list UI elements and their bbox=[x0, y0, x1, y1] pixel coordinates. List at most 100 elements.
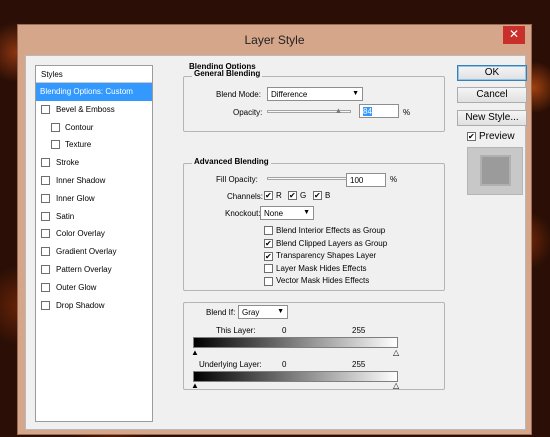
channel-g-label: G bbox=[300, 191, 307, 200]
option-checkbox[interactable] bbox=[264, 276, 273, 286]
fill-opacity-slider[interactable]: ▲ bbox=[267, 173, 356, 182]
style-item-label: Color Overlay bbox=[56, 229, 105, 239]
channel-r[interactable]: R bbox=[264, 191, 282, 201]
style-item-checkbox[interactable] bbox=[41, 104, 50, 114]
option-label: Blend Interior Effects as Group bbox=[276, 226, 386, 235]
style-item-label: Contour bbox=[65, 122, 94, 132]
preview-swatch bbox=[482, 157, 509, 184]
option-blend-clipped-layers-as-group[interactable]: Blend Clipped Layers as Group bbox=[264, 239, 387, 248]
channel-r-label: R bbox=[276, 191, 282, 200]
underlying-layer-white-handle[interactable]: △ bbox=[393, 381, 399, 390]
channel-b[interactable]: B bbox=[313, 191, 331, 201]
preview-label: Preview bbox=[479, 131, 515, 142]
channel-b-label: B bbox=[325, 191, 331, 200]
fill-opacity-label: Fill Opacity: bbox=[216, 175, 258, 184]
preview-toggle[interactable]: Preview bbox=[467, 131, 515, 142]
advanced-blending-title: Advanced Blending bbox=[192, 157, 271, 166]
style-item-checkbox[interactable] bbox=[41, 300, 50, 310]
option-layer-mask-hides-effects[interactable]: Layer Mask Hides Effects bbox=[264, 263, 367, 274]
option-checkbox[interactable] bbox=[264, 251, 273, 261]
style-item-checkbox[interactable] bbox=[51, 140, 60, 150]
style-item-label: Gradient Overlay bbox=[56, 247, 117, 257]
option-checkbox[interactable] bbox=[264, 226, 273, 236]
style-item-pattern-overlay[interactable]: Pattern Overlay bbox=[36, 261, 152, 279]
channels-label: Channels: bbox=[227, 192, 264, 201]
style-item-checkbox[interactable] bbox=[41, 158, 50, 168]
option-label: Vector Mask Hides Effects bbox=[276, 276, 370, 286]
fill-opacity-percent: % bbox=[390, 175, 398, 184]
fill-opacity-input[interactable]: 100 bbox=[346, 173, 386, 187]
blend-if-select[interactable]: Gray ▼ bbox=[238, 305, 288, 319]
underlying-layer-black-handle[interactable]: ▲ bbox=[191, 381, 199, 390]
style-item-contour[interactable]: Contour bbox=[36, 119, 152, 137]
blend-if-label: Blend If: bbox=[206, 308, 236, 317]
preview-checkbox[interactable] bbox=[467, 131, 476, 141]
opacity-label: Opacity: bbox=[233, 108, 263, 117]
blend-if-value: Gray bbox=[242, 308, 260, 317]
style-item-label: Texture bbox=[65, 140, 92, 150]
channel-g[interactable]: G bbox=[288, 191, 307, 201]
style-item-satin[interactable]: Satin bbox=[36, 208, 152, 226]
new-style-button[interactable]: New Style... bbox=[457, 110, 527, 126]
layer-style-dialog: Layer Style ✕ Styles Blending Options: C… bbox=[17, 24, 532, 435]
channel-r-checkbox[interactable] bbox=[264, 191, 273, 201]
knockout-value: None bbox=[264, 209, 284, 218]
opacity-value: 84 bbox=[363, 107, 372, 116]
title-bar[interactable]: Layer Style ✕ bbox=[18, 25, 531, 55]
style-item-checkbox[interactable] bbox=[41, 193, 50, 203]
style-item-drop-shadow[interactable]: Drop Shadow bbox=[36, 297, 152, 315]
option-label: Layer Mask Hides Effects bbox=[276, 263, 367, 273]
style-item-checkbox[interactable] bbox=[41, 282, 50, 292]
blend-mode-select[interactable]: Difference ▼ bbox=[267, 87, 363, 101]
style-item-checkbox[interactable] bbox=[41, 264, 50, 274]
option-checkbox[interactable] bbox=[264, 264, 273, 274]
close-button[interactable]: ✕ bbox=[503, 26, 525, 44]
style-item-gradient-overlay[interactable]: Gradient Overlay bbox=[36, 243, 152, 261]
this-layer-white-handle[interactable]: △ bbox=[393, 348, 399, 357]
ok-button[interactable]: OK bbox=[457, 65, 527, 81]
style-item-checkbox[interactable] bbox=[41, 229, 50, 239]
opacity-slider[interactable]: ▲ bbox=[267, 106, 351, 115]
style-item-bevel-emboss[interactable]: Bevel & Emboss bbox=[36, 101, 152, 119]
style-item-checkbox[interactable] bbox=[41, 211, 50, 221]
knockout-select[interactable]: None ▼ bbox=[260, 206, 314, 220]
cancel-button[interactable]: Cancel bbox=[457, 87, 527, 103]
this-layer-min: 0 bbox=[282, 326, 287, 335]
style-item-label: Bevel & Emboss bbox=[56, 104, 115, 114]
option-label: Transparency Shapes Layer bbox=[276, 251, 377, 261]
dialog-title: Layer Style bbox=[244, 33, 305, 47]
style-item-outer-glow[interactable]: Outer Glow bbox=[36, 279, 152, 297]
style-item-checkbox[interactable] bbox=[41, 175, 50, 185]
option-label: Blend Clipped Layers as Group bbox=[276, 238, 388, 248]
option-vector-mask-hides-effects[interactable]: Vector Mask Hides Effects bbox=[264, 276, 370, 286]
underlying-layer-gradient bbox=[193, 371, 398, 382]
option-transparency-shapes-layer[interactable]: Transparency Shapes Layer bbox=[264, 251, 377, 261]
knockout-label: Knockout: bbox=[225, 209, 261, 218]
style-item-color-overlay[interactable]: Color Overlay bbox=[36, 225, 152, 243]
style-item-checkbox[interactable] bbox=[41, 247, 50, 257]
option-checkbox[interactable] bbox=[264, 238, 273, 248]
style-item-label: Stroke bbox=[56, 158, 80, 168]
preview-thumbnail bbox=[467, 147, 523, 195]
style-item-texture[interactable]: Texture bbox=[36, 136, 152, 154]
style-item-label: Blending Options: Custom bbox=[40, 87, 133, 96]
underlying-layer-max: 255 bbox=[352, 360, 366, 369]
style-item-blending-options-custom[interactable]: Blending Options: Custom bbox=[36, 83, 152, 101]
opacity-slider-thumb[interactable]: ▲ bbox=[335, 106, 343, 115]
style-item-inner-shadow[interactable]: Inner Shadow bbox=[36, 172, 152, 190]
opacity-input[interactable]: 84 bbox=[359, 104, 399, 118]
style-item-checkbox[interactable] bbox=[51, 122, 60, 132]
channel-b-checkbox[interactable] bbox=[313, 191, 322, 201]
chevron-down-icon: ▼ bbox=[277, 308, 284, 315]
this-layer-label: This Layer: bbox=[216, 326, 256, 335]
this-layer-max: 255 bbox=[352, 326, 366, 335]
this-layer-black-handle[interactable]: ▲ bbox=[191, 348, 199, 357]
option-blend-interior-effects-as-group[interactable]: Blend Interior Effects as Group bbox=[264, 226, 386, 236]
style-item-inner-glow[interactable]: Inner Glow bbox=[36, 190, 152, 208]
underlying-layer-min: 0 bbox=[282, 360, 287, 369]
channel-g-checkbox[interactable] bbox=[288, 191, 297, 201]
style-item-label: Pattern Overlay bbox=[56, 264, 112, 274]
style-item-label: Drop Shadow bbox=[56, 300, 105, 310]
style-item-stroke[interactable]: Stroke bbox=[36, 154, 152, 172]
styles-header[interactable]: Styles bbox=[36, 66, 152, 83]
